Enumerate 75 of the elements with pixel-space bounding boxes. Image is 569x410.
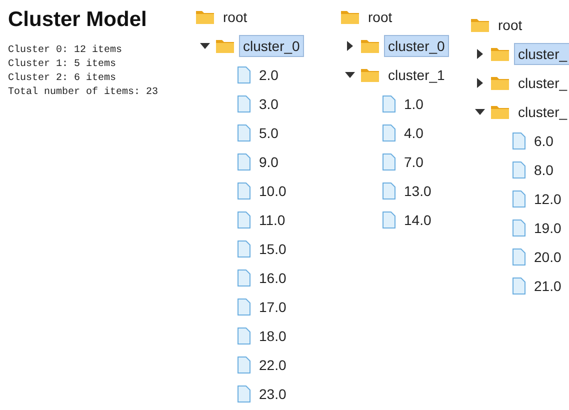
tree-node-label[interactable]: 20.0: [530, 246, 566, 268]
file-icon: [237, 326, 251, 344]
file-icon: [237, 94, 251, 112]
tree-node-label[interactable]: 5.0: [255, 122, 282, 144]
file-icon: [237, 298, 251, 316]
file-icon: [237, 240, 251, 258]
summary-line: Cluster 1: 5 items: [8, 58, 118, 72]
folder-icon: [340, 8, 360, 24]
collapse-arrow-icon[interactable]: [345, 72, 355, 78]
tree-node-label[interactable]: cluster_1: [384, 64, 449, 86]
tree-node-label[interactable]: 3.0: [255, 92, 282, 114]
tree-node-label[interactable]: root: [494, 14, 526, 36]
file-icon: [512, 190, 526, 208]
file-icon: [382, 182, 396, 200]
tree-node-label[interactable]: 22.0: [255, 354, 290, 376]
folder-icon: [360, 38, 380, 54]
tree-node-label[interactable]: 4.0: [400, 122, 428, 144]
tree-node-label[interactable]: 21.0: [530, 274, 566, 296]
tree-node-label[interactable]: 8.0: [530, 158, 558, 180]
tree-node-label[interactable]: 17.0: [255, 296, 290, 318]
tree-node-label[interactable]: 12.0: [530, 188, 566, 210]
tree-node-label[interactable]: 13.0: [400, 180, 436, 202]
file-icon: [512, 160, 526, 178]
tree-node-label[interactable]: cluster_: [514, 42, 569, 64]
expand-arrow-icon[interactable]: [347, 40, 353, 50]
collapse-arrow-icon[interactable]: [200, 42, 210, 48]
folder-icon: [360, 66, 380, 82]
tree-node-label[interactable]: 14.0: [400, 208, 436, 230]
tree-node-label[interactable]: cluster_0: [384, 34, 449, 56]
file-icon: [237, 66, 251, 84]
collapse-arrow-icon[interactable]: [475, 108, 485, 114]
folder-icon: [490, 74, 510, 90]
tree-node-label[interactable]: 10.0: [255, 180, 290, 202]
file-icon: [237, 356, 251, 374]
expand-arrow-icon[interactable]: [477, 78, 483, 88]
tree-node-label[interactable]: cluster_: [514, 100, 569, 122]
summary-line: Cluster 0: 12 items: [8, 44, 124, 58]
tree-node-label[interactable]: 19.0: [530, 216, 566, 238]
file-icon: [237, 384, 251, 402]
tree-node-label[interactable]: root: [219, 6, 252, 28]
folder-icon: [490, 104, 510, 120]
tree-node-label[interactable]: cluster_: [514, 72, 569, 94]
tree-node-label[interactable]: 9.0: [255, 150, 282, 172]
file-icon: [382, 94, 396, 112]
tree-node-label[interactable]: 11.0: [255, 208, 290, 230]
summary-line: Total number of items: 23: [8, 86, 160, 100]
tree-node-label[interactable]: 1.0: [400, 92, 428, 114]
file-icon: [512, 218, 526, 236]
file-icon: [512, 248, 526, 266]
file-icon: [237, 124, 251, 142]
file-icon: [382, 210, 396, 228]
file-icon: [382, 124, 396, 142]
tree-node-label[interactable]: 7.0: [400, 150, 428, 172]
file-icon: [237, 210, 251, 228]
file-icon: [382, 152, 396, 170]
tree-node-label[interactable]: cluster_0: [239, 34, 304, 56]
tree-node-label[interactable]: 16.0: [255, 266, 290, 288]
file-icon: [237, 182, 251, 200]
file-icon: [237, 268, 251, 286]
folder-icon: [490, 46, 510, 62]
folder-icon: [215, 38, 235, 54]
model-title: Cluster Model: [8, 8, 148, 32]
tree-node-label[interactable]: 23.0: [255, 382, 290, 404]
tree-node-label[interactable]: 2.0: [255, 64, 282, 86]
file-icon: [512, 132, 526, 150]
expand-arrow-icon[interactable]: [477, 48, 483, 58]
folder-icon: [195, 8, 215, 24]
tree-node-label[interactable]: 18.0: [255, 324, 290, 346]
summary-line: Cluster 2: 6 items: [8, 72, 118, 86]
file-icon: [237, 152, 251, 170]
file-icon: [512, 276, 526, 294]
tree-node-label[interactable]: root: [364, 6, 396, 28]
tree-node-label[interactable]: 15.0: [255, 238, 290, 260]
tree-node-label[interactable]: 6.0: [530, 130, 558, 152]
folder-icon: [470, 16, 490, 32]
